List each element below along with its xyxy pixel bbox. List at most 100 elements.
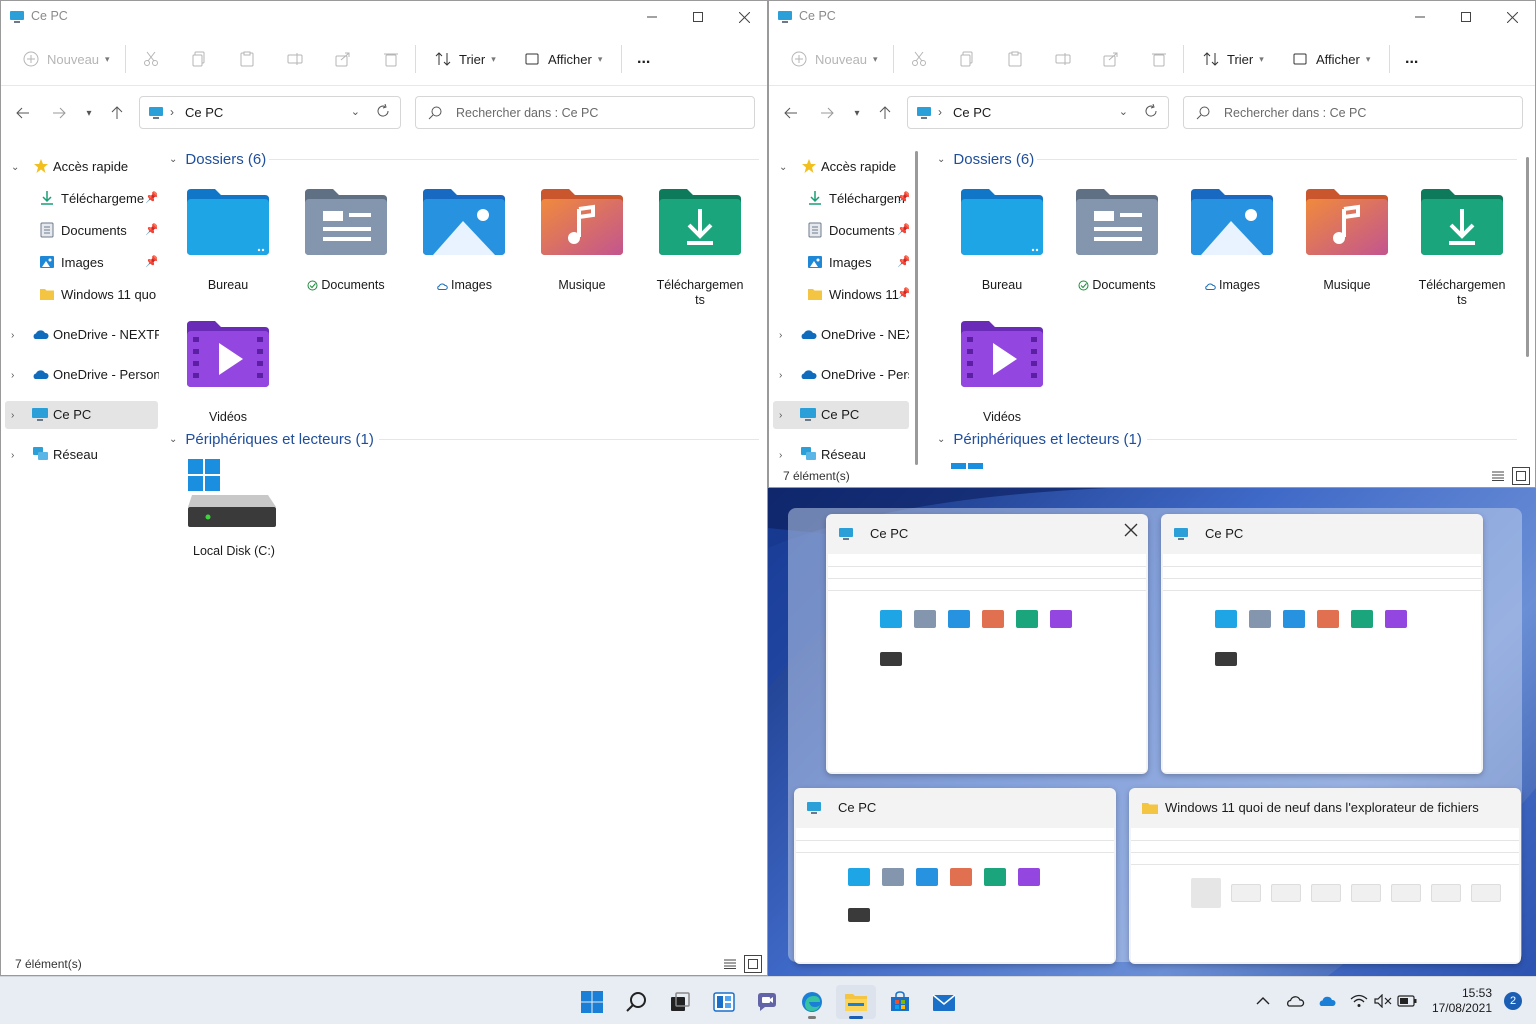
chevron-right-icon[interactable]: › [11, 410, 14, 421]
onedrive-personal-tray-icon[interactable] [1284, 989, 1306, 1013]
explorer-window-left[interactable]: Ce PC Nouveau▾ Trier▾ Afficher▾ ... ▾ [0, 0, 768, 976]
show-hidden-icons-button[interactable] [1252, 989, 1274, 1013]
folder-images[interactable]: Images [1177, 187, 1287, 295]
rename-button[interactable] [1055, 37, 1071, 81]
recent-locations-button[interactable]: ▾ [81, 97, 97, 129]
rename-button[interactable] [287, 37, 303, 81]
chevron-right-icon[interactable]: › [779, 330, 782, 341]
folder-downloads[interactable]: Téléchargemen ts [1407, 187, 1517, 308]
taskbar-search-button[interactable] [616, 985, 656, 1019]
forward-button[interactable] [815, 97, 839, 129]
sidebar-item-onedrive-nextra[interactable]: › OneDrive - NEXT [773, 321, 909, 349]
view-button[interactable]: Afficher ▾ [1293, 37, 1370, 81]
share-button[interactable] [335, 37, 351, 81]
sidebar-item-downloads[interactable]: Téléchargem 📌 [773, 185, 909, 213]
folder-videos[interactable]: Vidéos [173, 319, 283, 425]
chevron-down-icon[interactable]: ⌄ [11, 162, 19, 173]
folder-music[interactable]: Musique [1292, 187, 1402, 293]
sidebar-item-onedrive-nextra[interactable]: › OneDrive - NEXTRAI [5, 321, 159, 349]
refresh-icon[interactable] [1144, 103, 1158, 121]
paste-button[interactable] [239, 37, 255, 81]
recent-locations-button[interactable]: ▾ [849, 97, 865, 129]
sidebar-item-onedrive-personal[interactable]: › OneDrive - Perso [773, 361, 909, 389]
chevron-right-icon[interactable]: › [11, 330, 14, 341]
group-header-devices[interactable]: ⌄ Périphériques et lecteurs (1) [937, 427, 1517, 451]
address-bar[interactable]: › Ce PC ⌄ [907, 96, 1169, 129]
chat-button[interactable] [748, 985, 788, 1019]
sort-button[interactable]: Trier ▾ [435, 37, 496, 81]
sidebar-item-quick-access[interactable]: ⌄ Accès rapide [773, 153, 909, 181]
drive-local-disk-c[interactable]: Local Disk (C:) [179, 457, 289, 559]
sidebar-item-images[interactable]: Images 📌 [773, 249, 909, 277]
drive-icon-partial[interactable] [951, 459, 985, 474]
mail-button[interactable] [924, 985, 964, 1019]
search-box[interactable]: Rechercher dans : Ce PC [1183, 96, 1523, 129]
new-button[interactable]: Nouveau ▾ [23, 37, 110, 81]
title-bar[interactable]: Ce PC [769, 1, 1535, 33]
delete-button[interactable] [383, 37, 399, 81]
sidebar-item-downloads[interactable]: Téléchargements 📌 [5, 185, 157, 213]
folder-videos[interactable]: Vidéos [947, 319, 1057, 425]
paste-button[interactable] [1007, 37, 1023, 81]
more-options-button[interactable]: ... [637, 37, 650, 81]
chevron-right-icon[interactable]: › [779, 410, 782, 421]
folder-desktop[interactable]: Bureau [947, 187, 1057, 293]
close-icon[interactable] [1124, 523, 1138, 540]
tiles-view-button[interactable] [744, 955, 762, 973]
up-button[interactable] [105, 97, 129, 129]
explorer-window-right[interactable]: Ce PC Nouveau▾ Trier▾ Afficher▾ ... ▾ [768, 0, 1536, 488]
snap-thumbnail-3[interactable]: Ce PC [794, 788, 1116, 964]
sidebar-item-quick-access[interactable]: ⌄ Accès rapide [5, 153, 155, 181]
copy-button[interactable] [191, 37, 207, 81]
back-button[interactable] [779, 97, 803, 129]
sidebar-item-network[interactable]: › Réseau [5, 441, 158, 469]
widgets-button[interactable] [704, 985, 744, 1019]
refresh-icon[interactable] [376, 103, 390, 121]
cut-button[interactable] [911, 37, 927, 81]
file-explorer-button[interactable] [836, 985, 876, 1019]
chevron-down-icon[interactable]: ⌄ [779, 162, 787, 173]
content-scrollbar[interactable] [1526, 157, 1529, 357]
view-button[interactable]: Afficher ▾ [525, 37, 602, 81]
close-button[interactable] [1489, 1, 1535, 33]
chevron-right-icon[interactable]: › [11, 450, 14, 461]
folder-desktop[interactable]: Bureau [173, 187, 283, 293]
address-bar[interactable]: › Ce PC ⌄ [139, 96, 401, 129]
sidebar-item-images[interactable]: Images 📌 [5, 249, 157, 277]
cut-button[interactable] [143, 37, 159, 81]
copy-button[interactable] [959, 37, 975, 81]
forward-button[interactable] [47, 97, 71, 129]
minimize-button[interactable] [1397, 1, 1443, 33]
sort-button[interactable]: Trier ▾ [1203, 37, 1264, 81]
group-header-devices[interactable]: ⌄ Périphériques et lecteurs (1) [169, 427, 759, 451]
maximize-button[interactable] [1443, 1, 1489, 33]
chevron-down-icon[interactable]: ⌄ [351, 105, 360, 118]
new-button[interactable]: Nouveau ▾ [791, 37, 878, 81]
up-button[interactable] [873, 97, 897, 129]
minimize-button[interactable] [629, 1, 675, 33]
sidebar-item-documents[interactable]: Documents 📌 [773, 217, 909, 245]
sidebar-item-windows11-folder[interactable]: Windows 11 quoi [5, 281, 157, 309]
battery-icon[interactable] [1396, 989, 1418, 1013]
sidebar-item-network[interactable]: › Réseau [773, 441, 909, 469]
title-bar[interactable]: Ce PC [1, 1, 767, 33]
sidebar-scrollbar[interactable] [915, 151, 918, 465]
start-button[interactable] [572, 985, 612, 1019]
sidebar-item-this-pc[interactable]: › Ce PC [5, 401, 158, 429]
chevron-right-icon[interactable]: › [11, 370, 14, 381]
chevron-right-icon[interactable]: › [779, 450, 782, 461]
tiles-view-button[interactable] [1512, 467, 1530, 485]
system-clock[interactable]: 15:53 17/08/2021 [1432, 986, 1492, 1016]
search-box[interactable]: Rechercher dans : Ce PC [415, 96, 755, 129]
onedrive-business-tray-icon[interactable] [1316, 989, 1338, 1013]
sidebar-item-windows11-folder[interactable]: Windows 11 📌 [773, 281, 909, 309]
folder-documents[interactable]: Documents [1062, 187, 1172, 295]
folder-documents[interactable]: Documents [291, 187, 401, 295]
back-button[interactable] [11, 97, 35, 129]
notification-badge[interactable]: 2 [1504, 992, 1522, 1010]
edge-browser-button[interactable] [792, 985, 832, 1019]
group-header-folders[interactable]: ⌄ Dossiers (6) [169, 147, 759, 171]
microsoft-store-button[interactable] [880, 985, 920, 1019]
share-button[interactable] [1103, 37, 1119, 81]
sidebar-item-documents[interactable]: Documents 📌 [5, 217, 157, 245]
